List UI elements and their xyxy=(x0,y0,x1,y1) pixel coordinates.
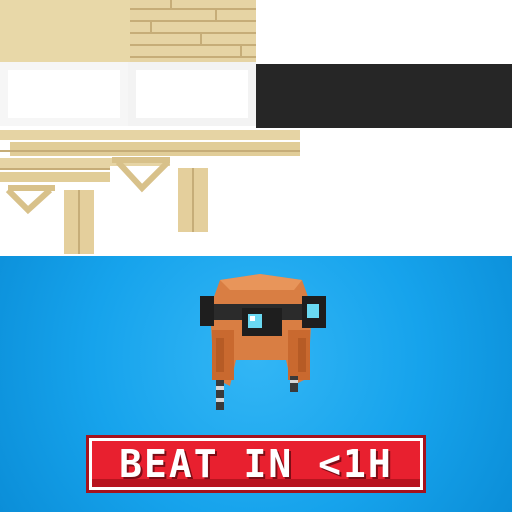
skin-texture-sheet xyxy=(0,0,512,256)
beat-in-badge-label: BEAT IN <1H xyxy=(119,442,393,486)
aviator-cap-with-goggles-icon xyxy=(200,274,326,410)
wood-panel-top-left xyxy=(0,0,130,62)
wood-plank-top xyxy=(130,0,256,62)
wood-post-2 xyxy=(178,168,208,232)
dark-panel xyxy=(256,64,512,128)
wood-post-1 xyxy=(64,190,94,254)
